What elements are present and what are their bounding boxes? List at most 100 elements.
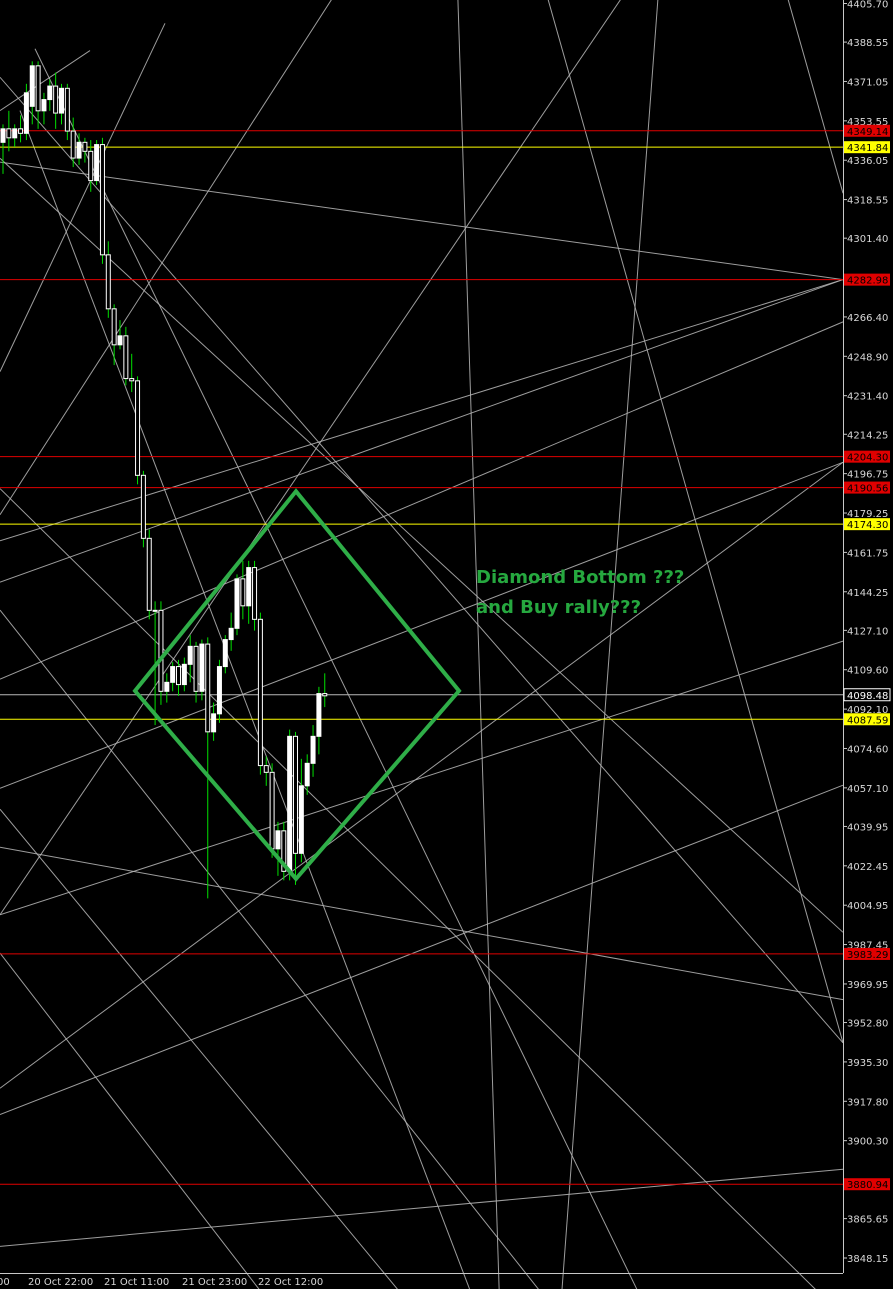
level-label-text: 4174.30 — [847, 520, 888, 531]
price-tick-label: 4214.25 — [847, 430, 888, 441]
candle-body — [99, 144, 105, 256]
trendline — [0, 0, 621, 916]
candle-body — [322, 693, 328, 697]
candle-body — [111, 308, 117, 346]
candle-body — [211, 713, 217, 733]
candle-body — [222, 639, 228, 668]
trendline — [0, 784, 844, 1116]
price-tick-label: 4074.60 — [847, 744, 888, 755]
candle-body — [181, 663, 187, 686]
price-tick-label: 3865.65 — [847, 1215, 888, 1226]
candle-body — [47, 85, 53, 101]
candle-body — [29, 65, 35, 107]
trendline — [0, 609, 539, 1289]
price-tick-label: 3848.15 — [847, 1254, 888, 1265]
price-tick-label: 4405.70 — [847, 0, 888, 11]
level-label-text: 4349.14 — [847, 127, 888, 138]
price-tick-label: 4196.75 — [847, 470, 888, 481]
candle-body — [298, 785, 304, 854]
candle-body — [170, 666, 176, 683]
price-tick-label: 4004.95 — [847, 901, 888, 912]
candle-body — [287, 735, 293, 872]
candle-body — [23, 92, 29, 134]
candle-body — [263, 765, 269, 773]
candle-body — [146, 537, 152, 611]
candle-body — [310, 735, 316, 764]
candle-body — [64, 87, 70, 132]
annotation-line-1: Diamond Bottom ??? — [476, 567, 685, 588]
candle-body — [193, 645, 199, 692]
price-tick-label: 4248.90 — [847, 352, 888, 363]
time-tick-label: 21 Oct 23:00 — [182, 1277, 247, 1288]
candle-body — [140, 474, 146, 539]
price-tick-label: 4161.75 — [847, 548, 888, 559]
candle-body — [41, 99, 47, 112]
candle-body — [246, 567, 252, 607]
trendline — [0, 640, 844, 916]
price-tick-label: 4039.95 — [847, 822, 888, 833]
time-tick-label: 00 — [0, 1277, 10, 1288]
price-tick-label: 4318.55 — [847, 196, 888, 207]
trendline — [0, 1168, 844, 1247]
level-label-text: 4204.30 — [847, 453, 888, 464]
trendline — [0, 76, 844, 1044]
candle-body — [123, 335, 129, 380]
level-label-text: 4190.56 — [847, 484, 888, 495]
candle-body — [105, 254, 111, 310]
trendline — [0, 161, 844, 281]
price-tick-label: 3917.80 — [847, 1097, 888, 1108]
price-tick-label: 4109.60 — [847, 666, 888, 677]
price-tick-label: 4144.25 — [847, 588, 888, 599]
price-tick-label: 3900.30 — [847, 1137, 888, 1148]
candle-body — [316, 693, 322, 737]
candle-body — [18, 128, 24, 134]
candle-body — [12, 128, 18, 139]
diamond-annotation: Diamond Bottom ??? and Buy rally??? — [476, 563, 684, 623]
annotation-line-2: and Buy rally??? — [476, 597, 642, 618]
time-tick-label: 22 Oct 12:00 — [258, 1277, 323, 1288]
level-label-text: 3983.29 — [847, 950, 888, 961]
candle-body — [205, 643, 211, 733]
trendline — [0, 488, 816, 1289]
trendline — [0, 23, 166, 372]
price-tick-label: 4231.40 — [847, 392, 888, 403]
candle-body — [70, 130, 76, 159]
level-price-labels: 4349.14 4341.84 4282.98 4204.30 4190.56 4174.… — [843, 124, 891, 1191]
candle-body — [59, 87, 64, 114]
candle-body — [94, 144, 100, 182]
trendline — [787, 0, 844, 194]
price-tick-label: 4266.40 — [847, 313, 888, 324]
candle-body — [293, 735, 298, 854]
horizontal-level-layer — [0, 130, 843, 1185]
candle-body — [240, 578, 246, 607]
price-axis: 4405.704388.554371.054353.554336.054318.… — [843, 0, 888, 1273]
candle-body — [269, 771, 275, 850]
candle-body — [129, 378, 135, 382]
price-tick-label: 3969.95 — [847, 980, 888, 991]
candle-body — [176, 666, 181, 686]
time-axis: 00 20 Oct 22:00 21 Oct 11:00 21 Oct 23:00 22… — [0, 1273, 843, 1288]
price-tick-label: 4336.05 — [847, 156, 888, 167]
candle-body — [158, 609, 164, 692]
trendline — [0, 846, 844, 1001]
price-tick-label: 4057.10 — [847, 784, 888, 795]
candle-body — [76, 141, 82, 159]
trendline — [19, 110, 471, 1289]
price-tick-label: 3935.30 — [847, 1058, 888, 1069]
candle-body — [164, 681, 170, 692]
trendline — [457, 0, 500, 1289]
level-label-text: 4282.98 — [847, 276, 888, 287]
candle-body — [275, 830, 281, 850]
candle-body — [187, 645, 193, 665]
candle-body — [228, 627, 234, 641]
trendline — [0, 157, 844, 933]
level-label-text: 4341.84 — [847, 143, 888, 154]
price-tick-label: 4371.05 — [847, 77, 888, 88]
price-tick-label: 3952.80 — [847, 1019, 888, 1030]
price-tick-label: 4388.55 — [847, 38, 888, 49]
candle-body — [88, 150, 94, 182]
price-tick-label: 4127.10 — [847, 626, 888, 637]
candlestick-chart: 4405.704388.554371.054353.554336.054318.… — [0, 0, 891, 1289]
trendline — [0, 461, 844, 1089]
candle-body — [257, 618, 263, 767]
